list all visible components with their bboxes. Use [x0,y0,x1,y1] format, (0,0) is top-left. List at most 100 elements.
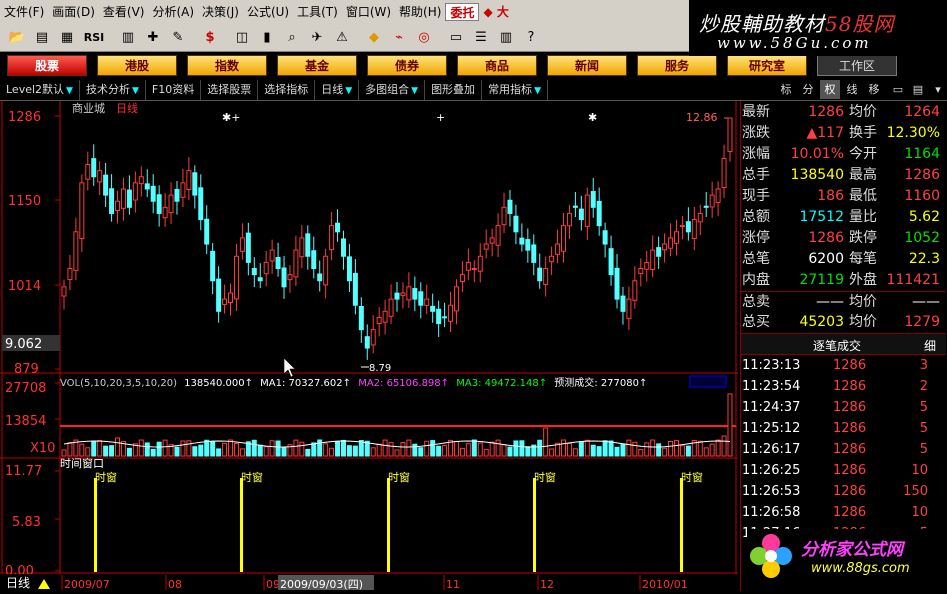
rsi-icon[interactable]: RSI [81,28,107,48]
subbar-item-7[interactable]: 图形叠加 [425,79,483,100]
chart-icon[interactable]: ▤ [31,28,53,48]
subbar-item-2[interactable]: F10资料 [146,79,202,100]
subbar-item-8[interactable]: 常用指标 ▼ [482,79,548,100]
date-tick: 12 [540,578,554,591]
volume-bar [79,443,85,457]
grid-icon[interactable]: ▦ [56,28,78,48]
volume-bar [673,439,679,457]
alert-icon[interactable]: ⚠ [331,28,353,48]
tick-row: 11:26:17 1286 5 [742,442,928,457]
volume-bar [269,440,275,457]
volume-bar [489,441,495,457]
diamond-icon[interactable]: ◆ [363,28,385,48]
time-window-label: 时窗 [388,470,410,484]
low-label: 8.79 [369,363,391,374]
time-window-bar [680,478,683,572]
menu-item-4[interactable]: 决策(J) [198,3,243,21]
y-label-3: 1014 [8,279,41,294]
volume-bar [471,439,477,457]
nav-6[interactable]: 新闻 [547,55,627,76]
menu-item-3[interactable]: 分析(A) [148,3,198,21]
kline-chart[interactable]: 1286 1150 1014 879 9.062 商业城 日线 ✱+ + ✱ 1… [0,101,738,591]
layout-icon[interactable]: ▤ [908,80,928,99]
dropdown-arrow-icon: ▼ [534,85,541,96]
nav-8[interactable]: 研究室 [727,55,807,76]
menu-item-9[interactable]: 委托 [445,3,480,21]
menu-item-2[interactable]: 查看(V) [99,3,149,21]
volume-bar [697,440,703,457]
volume-bar [263,446,269,457]
binoculars-icon[interactable]: ⌕ [281,28,303,48]
vol-indicator-line: VOL(5,10,20,3,5,10,20) 138540.000↑ MA1: … [60,376,647,389]
menu-icon[interactable]: ▾ [928,80,947,99]
detail-toggle[interactable]: 细 [924,337,936,354]
pin-icon[interactable]: ✈ [306,28,328,48]
time-window-title: 时间窗口 [60,456,104,470]
right-tab-1[interactable]: 分 [798,80,818,99]
nav-workspace[interactable]: 工作区 [817,55,897,76]
subbar-item-5[interactable]: 日线 ▼ [315,79,360,100]
dollar-icon[interactable]: $ [199,28,221,48]
volume-bar [483,448,489,457]
volume-bar [61,449,67,457]
subbar-item-3[interactable]: 选择股票 [201,79,259,100]
subbar-item-6[interactable]: 多图组合 ▼ [359,79,426,100]
right-tab-3[interactable]: 线 [842,80,862,99]
ruler-icon[interactable]: ✎ [167,28,189,48]
table-icon[interactable]: ▥ [117,28,139,48]
menu-item-5[interactable]: 公式(U) [243,3,293,21]
quote-row: 总笔 6200 每笔 22.3 [742,251,940,267]
open-icon[interactable]: 📂 [6,28,28,48]
volume-bar [358,440,364,457]
quote-row: 内盘 27119 外盘 111421 [742,272,940,288]
nav-2[interactable]: 指数 [187,55,267,76]
volume-bar [275,440,281,457]
volume-bar [709,443,715,457]
volume-bar [721,435,727,457]
right-tab-4[interactable]: 移 [864,80,884,99]
list-icon[interactable]: ☰ [470,28,492,48]
right-tab-0[interactable]: 标 [776,80,796,99]
right-tab-2[interactable]: 权 [820,80,840,99]
nav-5[interactable]: 商品 [457,55,537,76]
stack-icon[interactable]: ▥ [495,28,517,48]
volume-bar [346,445,352,457]
subbar-item-4[interactable]: 选择指标 [258,79,316,100]
volume-bar [186,440,192,457]
menu-item-6[interactable]: 工具(T) [293,3,342,21]
subbar-item-1[interactable]: 技术分析 ▼ [80,79,146,100]
time-window-bar [387,478,390,572]
menu-item-7[interactable]: 窗口(W) [342,3,395,21]
page-icon[interactable]: ▭ [445,28,467,48]
nav-1[interactable]: 港股 [97,55,177,76]
bars-icon[interactable]: ▮ [256,28,278,48]
nav-4[interactable]: 债券 [367,55,447,76]
volume-bar [293,439,299,457]
nav-0[interactable]: 股票 [7,55,87,76]
volume-bar [430,440,436,457]
chart-area[interactable]: 1286 1150 1014 879 9.062 商业城 日线 ✱+ + ✱ 1… [0,101,738,591]
menu-item-0[interactable]: 文件(F) [0,3,48,21]
vol-label-mid: 13854 [5,414,46,429]
partial-brand: ◆ 大 [483,5,509,19]
nav-3[interactable]: 基金 [277,55,357,76]
volume-bar [204,439,210,457]
menu-item-8[interactable]: 帮助(H) [395,3,445,21]
volume-bar [210,441,216,457]
volume-bar [566,442,572,457]
ring-icon[interactable]: ◎ [413,28,435,48]
shoe-icon[interactable]: ⌁ [388,28,410,48]
volume-bar [685,445,691,457]
nav-7[interactable]: 服务 [637,55,717,76]
flag-icon[interactable]: ◫ [231,28,253,48]
flower-logo-icon [750,534,792,578]
volume-bar [644,442,650,457]
time-window-label: 时窗 [534,470,556,484]
volume-bar [632,441,638,457]
cross-icon[interactable]: ✚ [142,28,164,48]
subbar-item-0[interactable]: Level2默认 ▼ [0,79,80,100]
menu-item-1[interactable]: 画面(D) [48,3,99,21]
volume-bar [299,441,305,457]
window-icon[interactable]: ▭ [888,80,908,99]
cursor-help-icon[interactable]: ? [520,28,542,48]
